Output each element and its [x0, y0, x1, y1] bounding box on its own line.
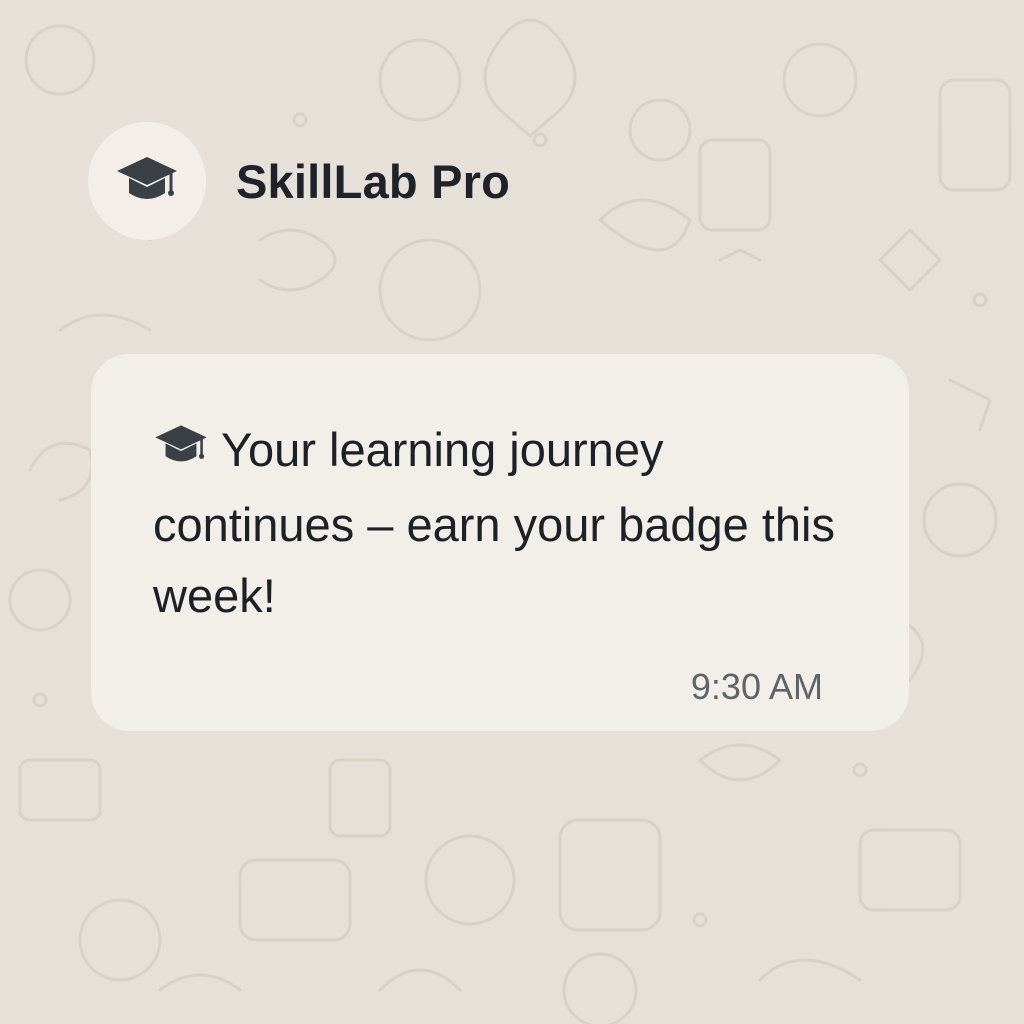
message-bubble[interactable]: Your learning journey continues – earn y… [91, 354, 909, 731]
avatar[interactable] [88, 122, 206, 240]
chat-header: SkillLab Pro [88, 122, 510, 240]
sender-name: SkillLab Pro [236, 154, 511, 208]
graduation-cap-icon [153, 418, 209, 489]
message-timestamp: 9:30 AM [690, 666, 823, 707]
graduation-cap-icon [117, 157, 177, 199]
message-text: Your learning journey continues – earn y… [153, 423, 835, 622]
message-content: Your learning journey continues – earn y… [153, 414, 873, 631]
